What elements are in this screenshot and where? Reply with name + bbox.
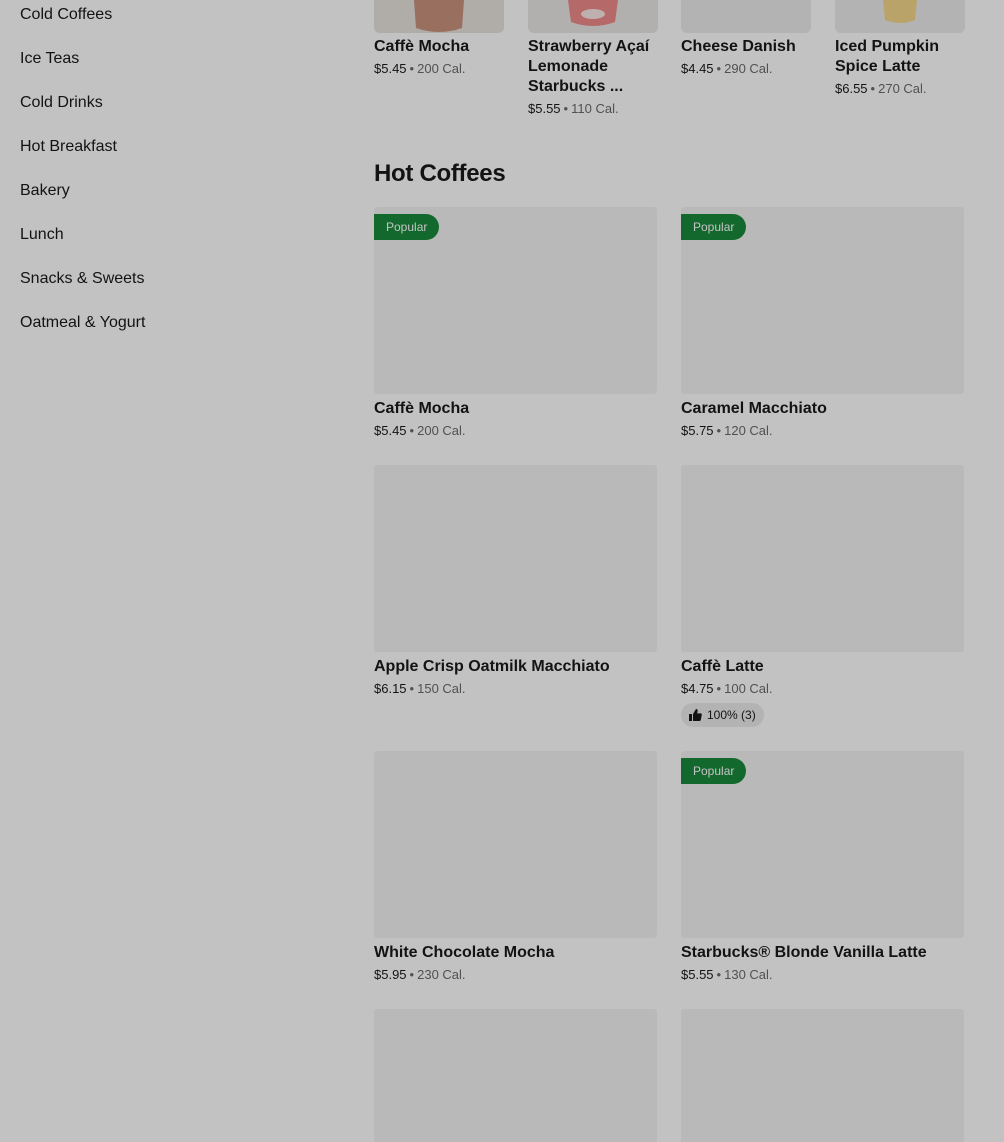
modal-backdrop[interactable] <box>0 0 1004 1142</box>
